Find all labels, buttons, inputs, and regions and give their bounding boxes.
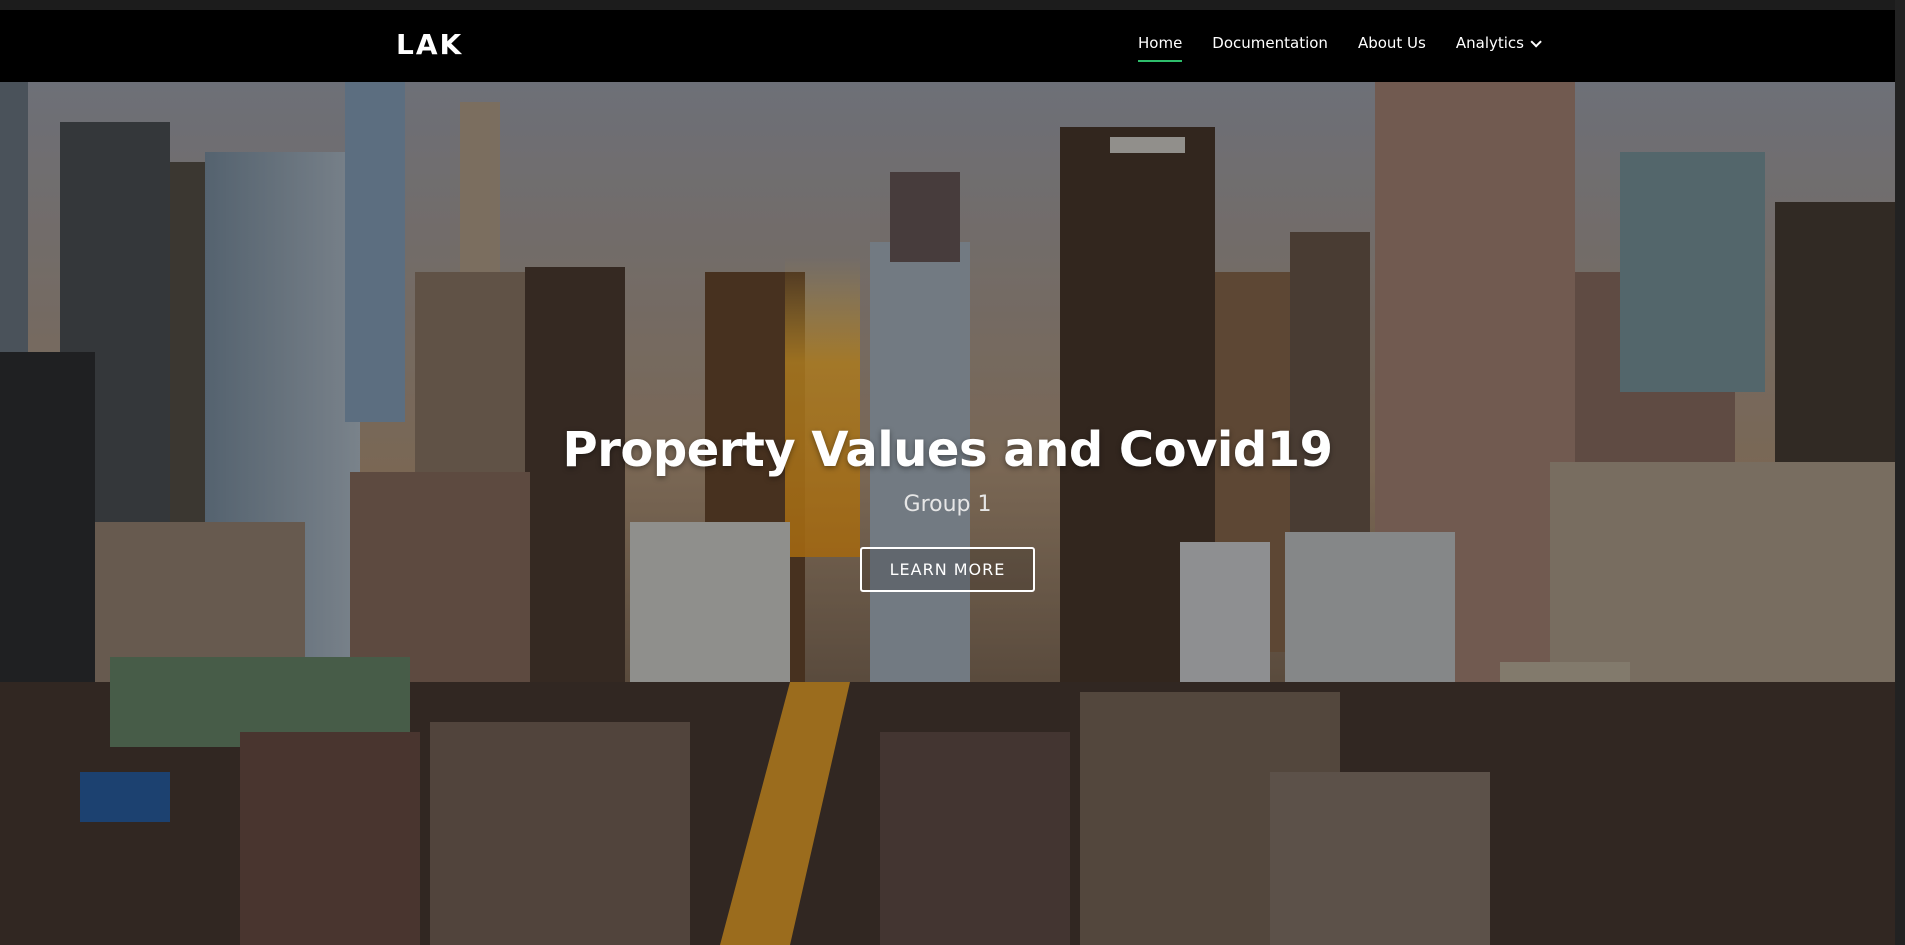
nav-item-analytics-label: Analytics	[1455, 34, 1524, 52]
main-nav: Home Documentation About Us Analytics	[1138, 34, 1568, 62]
brand-logo[interactable]: LAK	[396, 28, 463, 61]
hero-content: Property Values and Covid19 Group 1 LEAR…	[0, 422, 1895, 592]
hero-section: Property Values and Covid19 Group 1 LEAR…	[0, 82, 1895, 945]
chevron-down-icon	[1530, 36, 1542, 48]
learn-more-button[interactable]: LEARN MORE	[859, 547, 1036, 592]
nav-item-about-us[interactable]: About Us	[1358, 34, 1426, 52]
navbar: LAK Home Documentation About Us Analytic…	[0, 10, 1905, 82]
hero-title: Property Values and Covid19	[562, 422, 1333, 478]
page-scrollbar[interactable]	[1895, 0, 1905, 945]
nav-item-documentation[interactable]: Documentation	[1212, 34, 1328, 52]
hero-subtitle: Group 1	[903, 492, 992, 517]
nav-item-home[interactable]: Home	[1138, 34, 1183, 62]
nav-item-analytics[interactable]: Analytics	[1455, 34, 1542, 52]
page: LAK Home Documentation About Us Analytic…	[0, 0, 1905, 945]
